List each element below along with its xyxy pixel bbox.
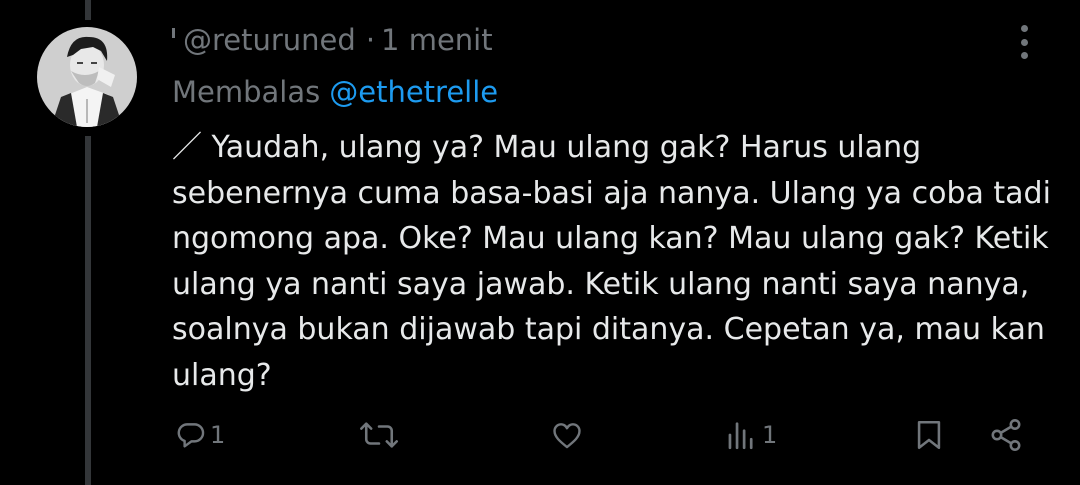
author-handle[interactable]: @returuned <box>183 23 356 57</box>
like-icon <box>553 423 581 449</box>
post-text-line: sebenernya cuma basa-basi aja nanya. Ula… <box>172 175 1051 211</box>
views-icon <box>728 422 753 450</box>
avatar-image <box>37 27 137 127</box>
action-bar: 1 1 <box>0 412 1080 458</box>
replying-to: Membalas @ethetrelle <box>172 72 498 112</box>
header-separator: · <box>365 23 376 57</box>
reply-mention-link[interactable]: @ethetrelle <box>329 75 498 109</box>
repost-icon <box>360 422 398 448</box>
views-count: 1 <box>762 421 778 449</box>
reply-icon <box>177 423 205 448</box>
views-button[interactable]: 1 <box>724 412 777 458</box>
share-icon <box>991 419 1021 451</box>
post-text-line: ／ Yaudah, ulang ya? Mau ulang gak? Harus… <box>172 130 922 165</box>
like-button[interactable] <box>549 412 585 458</box>
post-text-line: ulang? <box>172 357 272 393</box>
bookmark-icon <box>917 420 941 450</box>
more-dot <box>1020 38 1028 46</box>
post-header: @returuned · 1 menit <box>172 20 493 60</box>
thread-line-top <box>85 0 91 20</box>
more-dot <box>1020 25 1028 32</box>
more-dot <box>1020 52 1028 59</box>
replying-to-label: Membalas <box>172 75 321 109</box>
more-vertical-icon[interactable] <box>1012 22 1036 62</box>
post-time[interactable]: 1 menit <box>381 23 493 57</box>
reply-button[interactable]: 1 <box>174 412 225 458</box>
post-text-line: ulang ya nanti saya jawab. Ketik ulang n… <box>172 266 1030 302</box>
post-text-line: ngomong apa. Oke? Mau ulang kan? Mau ula… <box>172 221 1049 256</box>
bookmark-button[interactable] <box>912 412 946 458</box>
avatar[interactable] <box>37 27 137 127</box>
post-text-line: soalnya bukan dijawab tapi ditanya. Cepe… <box>172 312 1045 347</box>
repost-button[interactable] <box>357 412 401 458</box>
share-button[interactable] <box>987 412 1025 458</box>
badge-icon <box>172 28 175 38</box>
post-text: ／ Yaudah, ulang ya? Mau ulang gak? Harus… <box>172 125 1062 398</box>
reply-count: 1 <box>210 421 226 449</box>
